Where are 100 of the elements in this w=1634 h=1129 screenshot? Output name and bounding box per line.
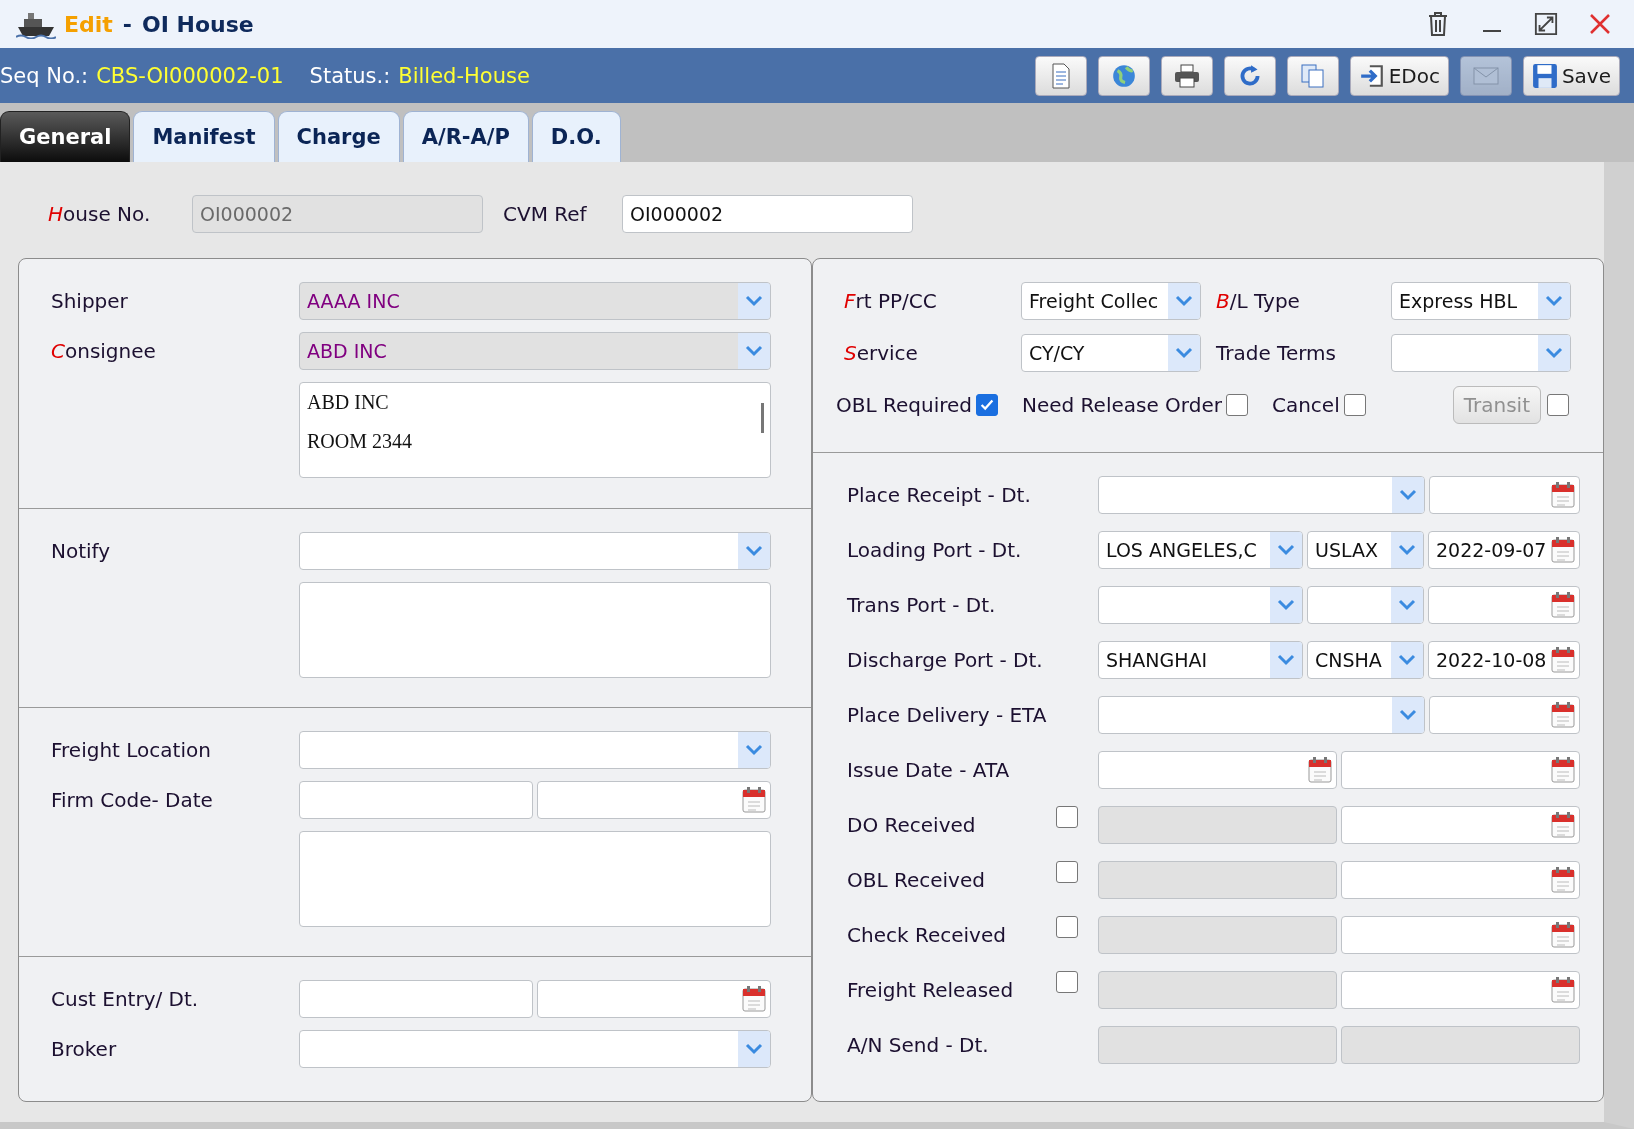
date-field[interactable] [537, 980, 771, 1018]
chevron-down-icon[interactable] [1270, 532, 1302, 568]
chevron-down-icon[interactable] [738, 333, 770, 369]
field-label: Shipper [51, 289, 129, 313]
calendar-icon[interactable] [1551, 482, 1575, 508]
field-label: Broker [51, 1037, 118, 1061]
dropdown[interactable]: Freight Collec [1021, 282, 1201, 320]
chevron-down-icon[interactable] [1168, 335, 1200, 371]
date-field[interactable] [1341, 861, 1580, 899]
dropdown[interactable] [299, 1030, 771, 1068]
field-label: Firm Code- Date [51, 788, 214, 812]
dropdown[interactable] [1391, 334, 1571, 372]
date-field[interactable] [1341, 916, 1580, 954]
date-field[interactable] [1341, 751, 1580, 789]
chevron-down-icon[interactable] [1391, 642, 1423, 678]
field-label: Cust Entry/ Dt. [51, 987, 200, 1011]
dropdown[interactable]: CNSHA [1307, 641, 1424, 679]
date-field[interactable]: 2022-10-08 [1428, 641, 1580, 679]
date-field[interactable] [1429, 696, 1580, 734]
field-label: CVM Ref [503, 202, 588, 226]
calendar-icon[interactable] [1551, 647, 1575, 673]
dropdown[interactable]: ABD INC [299, 332, 771, 370]
dropdown[interactable]: Express HBL [1391, 282, 1571, 320]
checkbox[interactable] [976, 394, 998, 416]
date-field[interactable] [1098, 751, 1337, 789]
calendar-icon[interactable] [1551, 592, 1575, 618]
field-label: Issue Date - ATA [847, 758, 1011, 782]
status-label: Status.: [309, 63, 391, 88]
dropdown[interactable] [299, 731, 771, 769]
window-mode: Edit [64, 11, 113, 37]
tab[interactable]: A/R-A/P [402, 111, 529, 162]
window-title: OI House [142, 11, 254, 37]
dropdown[interactable] [1098, 586, 1303, 624]
date-field[interactable] [1428, 586, 1580, 624]
toolbar-button[interactable] [1160, 55, 1213, 96]
calendar-icon[interactable] [742, 787, 766, 813]
toolbar-button[interactable] [1286, 55, 1339, 96]
text-field[interactable] [299, 980, 533, 1018]
dropdown[interactable]: USLAX [1307, 531, 1424, 569]
field-label: Frt PP/CC [843, 289, 938, 313]
chevron-down-icon[interactable] [738, 533, 770, 569]
toolbar-button[interactable] [1034, 55, 1087, 96]
text-area[interactable]: ABD INC ROOM 2344 [299, 382, 771, 478]
chevron-down-icon[interactable] [738, 1031, 770, 1067]
date-field[interactable]: 2022-09-07 [1428, 531, 1580, 569]
date-field[interactable] [1341, 806, 1580, 844]
toolbar-button[interactable] [1223, 55, 1276, 96]
chevron-down-icon[interactable] [1392, 477, 1424, 513]
text-field[interactable]: OI000002 [622, 195, 913, 233]
chevron-down-icon[interactable] [1391, 532, 1423, 568]
toolbar-button[interactable]: EDoc [1349, 55, 1449, 96]
tab[interactable]: D.O. [531, 111, 621, 162]
calendar-icon[interactable] [1551, 537, 1575, 563]
calendar-icon[interactable] [1551, 812, 1575, 838]
toolbar-button[interactable]: Save [1522, 55, 1620, 96]
dropdown[interactable]: CY/CY [1021, 334, 1201, 372]
scrollbar-thumb[interactable] [761, 403, 764, 433]
dropdown[interactable]: AAAA INC [299, 282, 771, 320]
checkbox[interactable] [1056, 806, 1078, 828]
toolbar-button[interactable] [1097, 55, 1150, 96]
tab[interactable]: Charge [277, 111, 400, 162]
calendar-icon[interactable] [1551, 977, 1575, 1003]
field-label: Check Received [847, 923, 1007, 947]
dropdown[interactable] [299, 532, 771, 570]
date-field[interactable] [537, 781, 771, 819]
text-area[interactable] [299, 582, 771, 678]
checkbox[interactable] [1056, 916, 1078, 938]
dropdown[interactable]: LOS ANGELES,C [1098, 531, 1303, 569]
chevron-down-icon[interactable] [1270, 642, 1302, 678]
checkbox[interactable] [1343, 394, 1366, 416]
chevron-down-icon[interactable] [738, 283, 770, 319]
chevron-down-icon[interactable] [1538, 335, 1570, 371]
printer-icon [1173, 62, 1200, 89]
date-field[interactable] [1341, 971, 1580, 1009]
text-field[interactable] [299, 781, 533, 819]
calendar-icon[interactable] [742, 986, 766, 1012]
chevron-down-icon[interactable] [1392, 697, 1424, 733]
chevron-down-icon[interactable] [1168, 283, 1200, 319]
calendar-icon[interactable] [1551, 757, 1575, 783]
tab[interactable]: General [0, 111, 131, 162]
checkbox[interactable] [1056, 971, 1078, 993]
chevron-down-icon[interactable] [1538, 283, 1570, 319]
text-area[interactable] [299, 831, 771, 927]
chevron-down-icon[interactable] [738, 732, 770, 768]
dropdown[interactable]: SHANGHAI [1098, 641, 1303, 679]
checkbox[interactable] [1225, 394, 1248, 416]
checkbox[interactable] [1056, 861, 1078, 883]
calendar-icon[interactable] [1551, 867, 1575, 893]
maximize-icon[interactable] [1534, 11, 1558, 37]
dropdown[interactable] [1307, 586, 1424, 624]
field-label: DO Received [847, 813, 977, 837]
calendar-icon[interactable] [1551, 922, 1575, 948]
trash-icon[interactable] [1426, 11, 1450, 37]
calendar-icon[interactable] [1308, 757, 1332, 783]
chevron-down-icon[interactable] [1391, 587, 1423, 623]
chevron-down-icon[interactable] [1270, 587, 1302, 623]
calendar-icon[interactable] [1551, 702, 1575, 728]
field-label: Service [843, 341, 919, 365]
date-field[interactable] [1429, 476, 1580, 514]
tab[interactable]: Manifest [133, 111, 275, 162]
